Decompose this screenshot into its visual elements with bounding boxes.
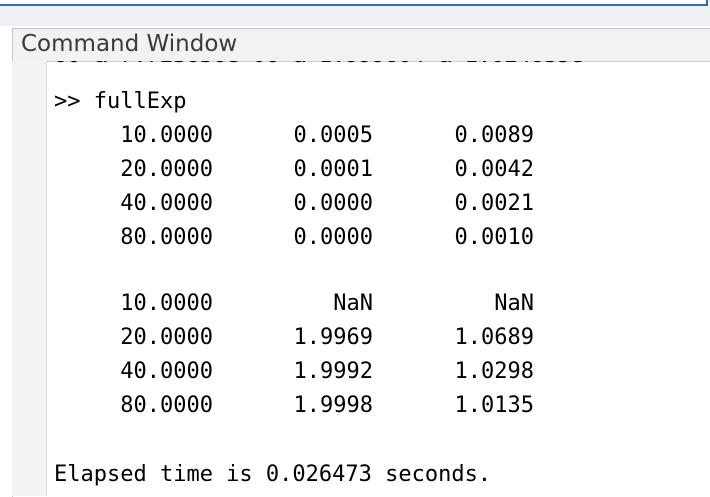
command-window-gutter [12,61,47,496]
table-cell: 1.9992 [293,359,373,384]
table-cell: 1.9998 [293,393,373,418]
table-cell: 40.0000 [120,359,213,384]
command-window-title: Command Window [21,31,238,57]
table-row: 20.0000 0.0001 0.0042 [54,153,710,187]
table-cell: 20.0000 [120,157,213,182]
table-cell: 0.0005 [293,123,373,148]
previous-output-line: 80 & 7.723836e-06 & 1.999804 & 1.024835e… [54,61,597,73]
table-cell: NaN [333,291,373,316]
table-cell: 0.0042 [454,157,534,182]
table-cell: 0.0089 [454,123,534,148]
table-row: 80.0000 1.9998 1.0135 [54,389,710,423]
table-cell: 0.0001 [293,157,373,182]
editor-panel-edge [0,0,708,6]
command-output[interactable]: 80 & 7.723836e-06 & 1.999804 & 1.024835e… [54,61,710,496]
table-cell: 1.9969 [293,325,373,350]
table-cell: 20.0000 [120,325,213,350]
table-cell: 0.0021 [454,191,534,216]
table-cell: 1.0135 [454,393,534,418]
table-cell: NaN [494,291,534,316]
table-row: 10.0000 NaN NaN [54,287,710,321]
table-row: 40.0000 0.0000 0.0021 [54,187,710,221]
command-prompt-line: >> fullExp [54,89,187,114]
table-cell: 0.0010 [454,225,534,250]
elapsed-time-line: Elapsed time is 0.026473 seconds. [54,462,492,487]
table-cell: 80.0000 [120,393,213,418]
table-cell: 10.0000 [120,123,213,148]
table-cell: 0.0000 [293,191,373,216]
table-cell: 10.0000 [120,291,213,316]
table-row: 20.0000 1.9969 1.0689 [54,321,710,355]
table-cell: 1.0689 [454,325,534,350]
table-row: 80.0000 0.0000 0.0010 [54,221,710,255]
table-cell: 0.0000 [293,225,373,250]
table-row: 40.0000 1.9992 1.0298 [54,355,710,389]
table-cell: 40.0000 [120,191,213,216]
table-row: 10.0000 0.0005 0.0089 [54,119,710,153]
table-cell: 80.0000 [120,225,213,250]
command-window-title-bar[interactable]: Command Window [13,29,710,62]
table-cell: 1.0298 [454,359,534,384]
